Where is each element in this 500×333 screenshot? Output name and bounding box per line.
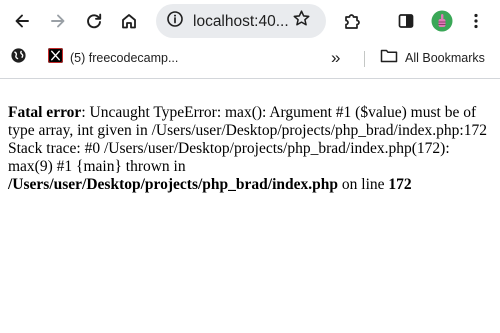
star-icon	[292, 9, 311, 33]
error-colon: :	[81, 104, 90, 121]
extensions-button[interactable]	[338, 7, 366, 35]
folder-icon	[380, 48, 398, 69]
profile-avatar-icon	[431, 10, 453, 32]
error-prefix: Fatal error	[8, 104, 82, 121]
bookmark-label: (5) freecodecamp...	[70, 51, 179, 65]
bookmark-globe[interactable]	[10, 46, 27, 70]
url-text[interactable]: localhost:40...	[193, 13, 288, 30]
side-panel-icon	[397, 12, 415, 30]
forward-arrow-icon	[49, 12, 67, 30]
all-bookmarks-label: All Bookmarks	[405, 51, 485, 65]
extensions-puzzle-icon	[342, 11, 362, 31]
error-line-number: 172	[388, 176, 412, 193]
more-vert-icon	[467, 12, 485, 30]
x-logo-icon	[48, 48, 63, 68]
address-bar[interactable]: localhost:40...	[156, 4, 326, 38]
toolbar-divider	[0, 78, 500, 79]
more-menu-button[interactable]	[462, 7, 490, 35]
browser-toolbar: localhost:40...	[0, 0, 500, 42]
bookmarks-separator	[364, 51, 365, 67]
error-file: /Users/user/Desktop/projects/php_brad/in…	[8, 176, 339, 193]
all-bookmarks-button[interactable]: All Bookmarks	[380, 46, 485, 70]
page-content: Fatal error: Uncaught TypeError: max(): …	[8, 104, 494, 194]
globe-icon	[10, 47, 27, 69]
error-on-line-text: on line	[338, 176, 389, 193]
home-button[interactable]	[115, 7, 143, 35]
side-panel-button[interactable]	[392, 7, 420, 35]
bookmark-freecodecamp[interactable]: (5) freecodecamp...	[48, 46, 178, 70]
back-button[interactable]	[8, 7, 36, 35]
bookmarks-overflow-button[interactable]: »	[331, 46, 340, 70]
back-arrow-icon	[13, 12, 31, 30]
bookmark-star-button[interactable]	[289, 9, 313, 33]
chevron-double-right-icon: »	[331, 48, 341, 67]
reload-icon	[85, 12, 103, 30]
bookmarks-bar: (5) freecodecamp... » All Bookmarks	[0, 42, 500, 74]
profile-button[interactable]	[428, 7, 456, 35]
reload-button[interactable]	[80, 7, 108, 35]
site-info-icon	[166, 10, 184, 33]
home-icon	[120, 12, 138, 30]
forward-button[interactable]	[44, 7, 72, 35]
site-info-button[interactable]	[162, 8, 188, 34]
